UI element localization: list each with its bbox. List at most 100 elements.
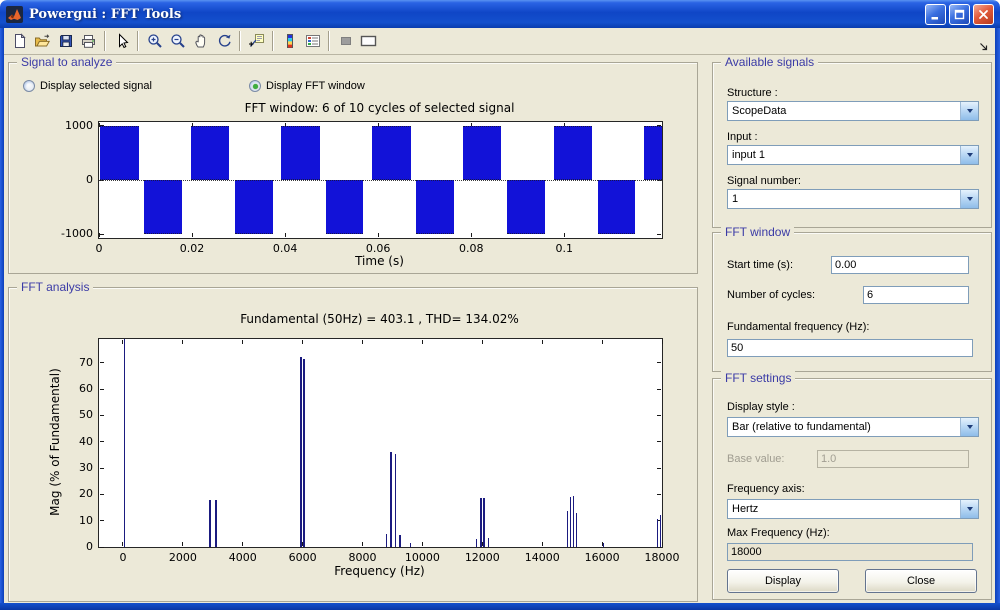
base-value-input — [817, 450, 969, 468]
frequency-axis-label: Frequency axis: — [727, 483, 805, 495]
input-dropdown[interactable]: input 1 — [727, 145, 979, 165]
rotate-3d-icon[interactable] — [212, 30, 235, 53]
x-tick-top — [482, 340, 483, 344]
title-bar[interactable]: Powergui : FFT Tools — [0, 0, 1000, 28]
signal-number-dropdown-value: 1 — [732, 193, 738, 205]
number-of-cycles-input[interactable] — [863, 286, 969, 304]
x-tick-top — [182, 340, 183, 344]
fundamental-frequency-input[interactable] — [727, 339, 973, 357]
max-frequency-input[interactable] — [727, 543, 973, 561]
x-tick-top — [542, 340, 543, 344]
radio-selected-icon — [249, 80, 261, 92]
start-time-label: Start time (s): — [727, 259, 793, 271]
x-tick-label: 6000 — [273, 551, 333, 564]
signal-number-label: Signal number: — [727, 175, 801, 187]
window-border-bottom — [0, 603, 1000, 610]
harmonic-bar — [303, 359, 305, 547]
chevron-down-icon — [960, 418, 978, 436]
radio-unselected-icon — [23, 80, 35, 92]
open-folder-icon[interactable] — [31, 30, 54, 53]
start-time-input[interactable] — [831, 256, 969, 274]
y-tick-label: -1000 — [49, 227, 93, 240]
toolbar-separator — [104, 31, 106, 51]
display-style-dropdown[interactable]: Bar (relative to fundamental) — [727, 417, 979, 437]
y-tick — [100, 468, 104, 469]
toolbar-overflow-icon[interactable] — [978, 40, 990, 52]
harmonic-bar — [395, 454, 397, 547]
signal-number-dropdown[interactable]: 1 — [727, 189, 979, 209]
zoom-out-icon[interactable] — [166, 30, 189, 53]
harmonic-bar — [390, 452, 392, 547]
fft-window-panel: FFT window Start time (s): Number of cyc… — [712, 232, 992, 372]
y-tick-right — [657, 441, 661, 442]
signal-block — [416, 180, 454, 234]
y-tick-label: 1000 — [49, 119, 93, 132]
new-file-icon[interactable] — [8, 30, 31, 53]
window-title: Powergui : FFT Tools — [29, 7, 922, 22]
harmonic-bar — [215, 500, 217, 547]
x-tick — [471, 233, 472, 237]
base-value-label: Base value: — [727, 453, 784, 465]
structure-dropdown[interactable]: ScopeData — [727, 101, 979, 121]
pan-hand-icon[interactable] — [189, 30, 212, 53]
data-cursor-icon[interactable] — [245, 30, 268, 53]
y-tick-right — [657, 362, 661, 363]
y-tick — [100, 234, 104, 235]
pointer-icon[interactable] — [110, 30, 133, 53]
panel-title-fft-settings: FFT settings — [721, 371, 795, 385]
save-icon[interactable] — [54, 30, 77, 53]
x-tick — [285, 233, 286, 237]
harmonic-bar — [576, 513, 578, 547]
chevron-down-icon — [960, 500, 978, 518]
toolbar-separator — [239, 31, 241, 51]
x-tick-label: 14000 — [512, 551, 572, 564]
y-tick — [100, 415, 104, 416]
x-tick — [192, 233, 193, 237]
signal-block — [644, 126, 662, 180]
minimize-button[interactable] — [925, 4, 946, 25]
number-of-cycles-label: Number of cycles: — [727, 289, 815, 301]
y-tick-right — [657, 415, 661, 416]
signal-waveform-plot: 00.020.040.060.080.110000-1000 — [98, 121, 663, 239]
radio-display-fft-label: Display FFT window — [266, 80, 365, 92]
y-tick — [100, 520, 104, 521]
display-button[interactable]: Display — [727, 569, 839, 593]
y-tick-label: 0 — [49, 173, 93, 186]
radio-display-fft-window[interactable]: Display FFT window — [249, 80, 365, 92]
frequency-axis-dropdown[interactable]: Hertz — [727, 499, 979, 519]
toolbar-separator — [137, 31, 139, 51]
panel-title-fft-analysis: FFT analysis — [17, 280, 93, 294]
y-tick — [100, 362, 104, 363]
maximize-button[interactable] — [949, 4, 970, 25]
print-icon[interactable] — [77, 30, 100, 53]
x-tick-label: 10000 — [392, 551, 452, 564]
max-frequency-label: Max Frequency (Hz): — [727, 527, 830, 539]
signal-block — [281, 126, 320, 180]
close-button[interactable] — [973, 4, 994, 25]
y-tick — [100, 389, 104, 390]
harmonic-bar — [570, 497, 572, 547]
signal-block — [598, 180, 636, 234]
matlab-app-icon — [6, 6, 23, 23]
zoom-in-icon[interactable] — [143, 30, 166, 53]
signal-to-analyze-panel: Signal to analyze Display selected signa… — [8, 62, 698, 274]
close-dialog-button[interactable]: Close — [865, 569, 977, 593]
colorbar-icon[interactable] — [278, 30, 301, 53]
radio-display-selected-signal[interactable]: Display selected signal — [23, 80, 152, 92]
harmonic-bar — [300, 357, 302, 547]
harmonic-bar — [386, 534, 388, 547]
toolbar-separator — [272, 31, 274, 51]
x-tick-top — [602, 340, 603, 344]
chevron-down-icon — [960, 102, 978, 120]
powergui-fft-tools-window: Powergui : FFT Tools Signal to analyze D… — [0, 0, 1000, 610]
signal-plot-title: FFT window: 6 of 10 cycles of selected s… — [98, 101, 661, 115]
fft-analysis-panel: FFT analysis Fundamental (50Hz) = 403.1 … — [8, 287, 698, 602]
signal-block — [463, 126, 502, 180]
harmonic-bar — [567, 511, 569, 547]
y-tick-right — [657, 234, 661, 235]
harmonic-bar — [657, 519, 659, 547]
available-signals-panel: Available signals Structure : ScopeData … — [712, 62, 992, 228]
fundamental-frequency-label: Fundamental frequency (Hz): — [727, 321, 869, 333]
legend-icon[interactable] — [301, 30, 324, 53]
harmonic-bar — [488, 538, 490, 547]
